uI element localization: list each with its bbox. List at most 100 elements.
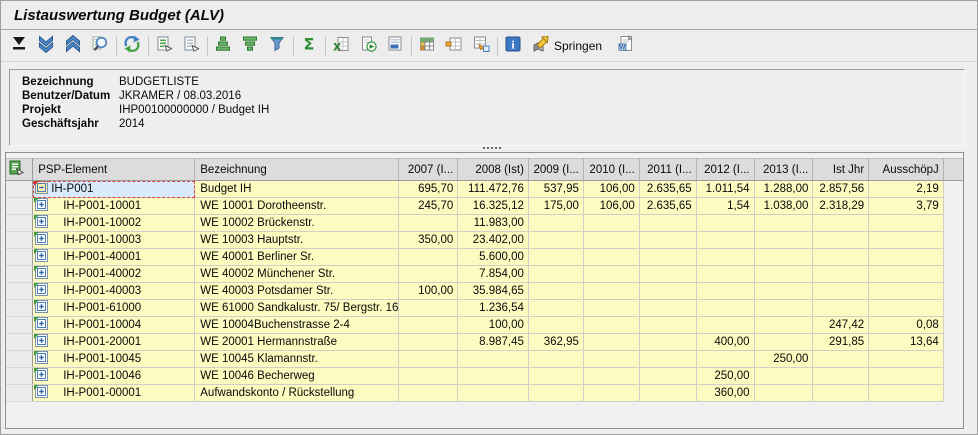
cell-value[interactable]: [399, 351, 458, 368]
cell-value[interactable]: [696, 351, 754, 368]
cell-psp-element[interactable]: IH-P001-10046: [33, 368, 195, 385]
expand-icon[interactable]: [35, 334, 48, 350]
cell-value[interactable]: 360,00: [696, 385, 754, 402]
find-button[interactable]: [90, 36, 110, 56]
cell-value[interactable]: 247,42: [813, 317, 869, 334]
cell-psp-element[interactable]: IH-P001-00001: [33, 385, 195, 402]
refresh-button[interactable]: [122, 36, 142, 56]
cell-value[interactable]: 291,85: [813, 334, 869, 351]
cell-value[interactable]: [639, 368, 696, 385]
cell-value[interactable]: [528, 215, 583, 232]
row-select-button[interactable]: [6, 181, 33, 198]
choose-detail-button[interactable]: [154, 36, 174, 56]
row-select-button[interactable]: [6, 317, 33, 334]
cell-bezeichnung[interactable]: WE 40002 Münchener Str.: [195, 266, 399, 283]
cell-psp-element[interactable]: IH-P001-40003: [33, 283, 195, 300]
cell-value[interactable]: 2.857,56: [813, 181, 869, 198]
cell-value[interactable]: [583, 351, 639, 368]
cell-psp-element[interactable]: IH-P001-40002: [33, 266, 195, 283]
splitter-handle[interactable]: [483, 147, 501, 149]
cell-value[interactable]: [583, 215, 639, 232]
cell-bezeichnung[interactable]: WE 61000 Sandkalustr. 75/ Bergstr. 16: [195, 300, 399, 317]
expand-icon[interactable]: [35, 198, 48, 214]
cell-value[interactable]: [869, 283, 944, 300]
expand-icon[interactable]: [35, 266, 48, 282]
cell-value[interactable]: [754, 232, 813, 249]
cell-value[interactable]: 250,00: [696, 368, 754, 385]
cell-value[interactable]: [696, 317, 754, 334]
cell-bezeichnung[interactable]: Budget IH: [195, 181, 399, 198]
cell-psp-element[interactable]: IH-P001-10003: [33, 232, 195, 249]
cell-value[interactable]: [869, 351, 944, 368]
cell-value[interactable]: [583, 385, 639, 402]
cell-value[interactable]: [754, 300, 813, 317]
cell-value[interactable]: [583, 368, 639, 385]
cell-value[interactable]: [869, 232, 944, 249]
cell-bezeichnung[interactable]: Aufwandskonto / Rückstellung: [195, 385, 399, 402]
cell-value[interactable]: [869, 300, 944, 317]
column-header[interactable]: PSP-Element: [33, 159, 195, 181]
cell-value[interactable]: 250,00: [754, 351, 813, 368]
cell-value[interactable]: [639, 317, 696, 334]
cell-value[interactable]: [813, 249, 869, 266]
row-select-button[interactable]: [6, 249, 33, 266]
cell-value[interactable]: [639, 334, 696, 351]
cell-value[interactable]: 350,00: [399, 232, 458, 249]
cell-value[interactable]: [399, 266, 458, 283]
cell-value[interactable]: [639, 232, 696, 249]
column-header[interactable]: 2010 (I...: [583, 159, 639, 181]
cell-bezeichnung[interactable]: WE 10001 Dorotheenstr.: [195, 198, 399, 215]
cell-value[interactable]: 400,00: [696, 334, 754, 351]
cell-bezeichnung[interactable]: WE 40001 Berliner Sr.: [195, 249, 399, 266]
expand-icon[interactable]: [35, 283, 48, 299]
cell-value[interactable]: 106,00: [583, 181, 639, 198]
column-header[interactable]: 2013 (I...: [754, 159, 813, 181]
cell-value[interactable]: [639, 300, 696, 317]
cell-value[interactable]: 111.472,76: [458, 181, 529, 198]
cell-value[interactable]: [696, 215, 754, 232]
cell-value[interactable]: [458, 351, 529, 368]
sort-ascending-button[interactable]: [213, 36, 233, 56]
cell-value[interactable]: 106,00: [583, 198, 639, 215]
word-document-button[interactable]: W: [616, 36, 636, 56]
collapse-icon[interactable]: [35, 181, 48, 197]
row-select-button[interactable]: [6, 334, 33, 351]
cell-value[interactable]: [399, 215, 458, 232]
cell-value[interactable]: [528, 351, 583, 368]
excel-export-button[interactable]: x: [331, 36, 351, 56]
cell-value[interactable]: [399, 300, 458, 317]
cell-value[interactable]: 1.288,00: [754, 181, 813, 198]
column-header[interactable]: 2012 (I...: [696, 159, 754, 181]
insert-column-button[interactable]: [444, 36, 464, 56]
filter-button[interactable]: [267, 36, 287, 56]
cell-bezeichnung[interactable]: WE 10002 Brückenstr.: [195, 215, 399, 232]
column-header[interactable]: Ist Jhr: [813, 159, 869, 181]
cell-value[interactable]: [813, 232, 869, 249]
cell-value[interactable]: [869, 385, 944, 402]
cell-value[interactable]: [528, 385, 583, 402]
page-up-button[interactable]: [63, 36, 83, 56]
cell-value[interactable]: [754, 215, 813, 232]
cell-value[interactable]: 1.236,54: [458, 300, 529, 317]
column-header[interactable]: 2007 (I...: [399, 159, 458, 181]
cell-value[interactable]: [754, 317, 813, 334]
cell-value[interactable]: [639, 385, 696, 402]
cell-value[interactable]: [528, 249, 583, 266]
save-selection-button[interactable]: [181, 36, 201, 56]
cell-value[interactable]: 5.600,00: [458, 249, 529, 266]
cell-psp-element[interactable]: IH-P001-10002: [33, 215, 195, 232]
cell-value[interactable]: [813, 300, 869, 317]
cell-value[interactable]: [528, 283, 583, 300]
cell-value[interactable]: [754, 368, 813, 385]
cell-psp-element[interactable]: IH-P001-61000: [33, 300, 195, 317]
cell-value[interactable]: [696, 283, 754, 300]
cell-value[interactable]: 8.987,45: [458, 334, 529, 351]
cell-bezeichnung[interactable]: WE 10004Buchenstrasse 2-4: [195, 317, 399, 334]
cell-value[interactable]: [696, 249, 754, 266]
expand-icon[interactable]: [35, 300, 48, 316]
cell-value[interactable]: [813, 215, 869, 232]
row-select-button[interactable]: [6, 368, 33, 385]
cell-value[interactable]: [458, 385, 529, 402]
springen-button[interactable]: Springen: [530, 34, 602, 59]
cell-value[interactable]: [754, 249, 813, 266]
